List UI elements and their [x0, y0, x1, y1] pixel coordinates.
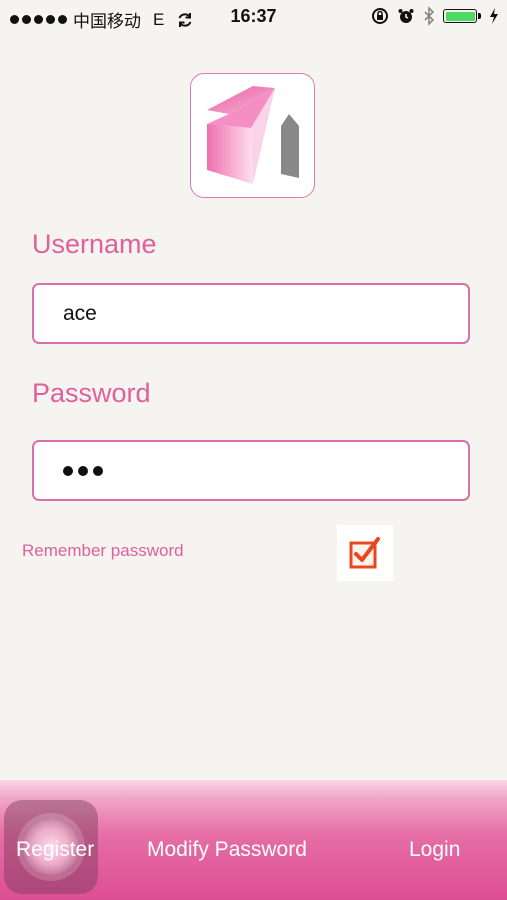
- remember-password-label: Remember password: [22, 541, 184, 560]
- battery-icon: [443, 9, 481, 23]
- alarm-icon: [398, 9, 414, 23]
- house-logo-icon: [207, 86, 299, 184]
- username-field[interactable]: ace: [32, 283, 470, 344]
- charging-icon: [490, 8, 498, 24]
- username-value: ace: [63, 302, 97, 325]
- password-mask: [63, 442, 468, 499]
- status-bar: 中国移动 E 16:37: [0, 0, 507, 34]
- password-field[interactable]: [32, 440, 470, 501]
- app-logo: [190, 73, 315, 198]
- password-label: Password: [32, 378, 151, 408]
- register-button[interactable]: Register: [16, 838, 94, 862]
- username-label: Username: [32, 229, 157, 259]
- checkbox-checked-icon: [349, 537, 380, 569]
- status-right: [371, 6, 499, 26]
- modify-password-button[interactable]: Modify Password: [147, 838, 307, 862]
- login-button[interactable]: Login: [409, 838, 460, 862]
- remember-password-checkbox[interactable]: [337, 525, 393, 581]
- rotation-lock-icon: [372, 8, 388, 24]
- bluetooth-icon: [424, 6, 435, 26]
